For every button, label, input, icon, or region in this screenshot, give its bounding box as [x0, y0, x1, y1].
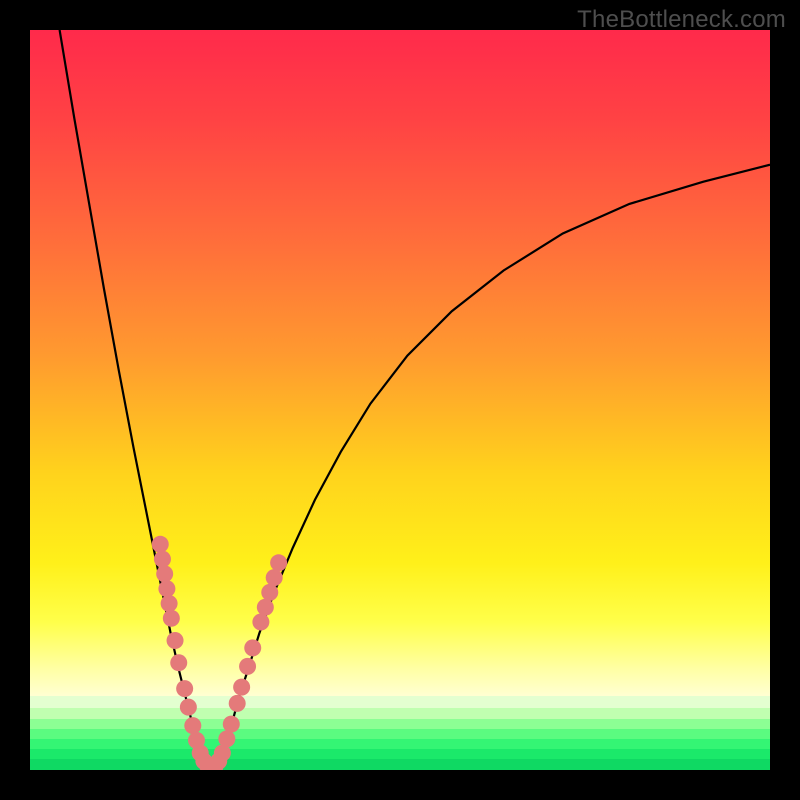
- curve-left-branch: [60, 30, 204, 763]
- data-marker: [270, 554, 287, 571]
- plot-area: [30, 30, 770, 770]
- chart-frame: TheBottleneck.com: [0, 0, 800, 800]
- data-marker: [218, 730, 235, 747]
- data-marker: [239, 658, 256, 675]
- data-marker: [244, 639, 261, 656]
- data-marker: [154, 551, 171, 568]
- data-marker: [158, 580, 175, 597]
- data-marker: [167, 632, 184, 649]
- data-marker: [252, 614, 269, 631]
- data-marker: [223, 716, 240, 733]
- curve-right-branch: [219, 165, 770, 763]
- data-marker: [261, 584, 278, 601]
- data-marker: [156, 565, 173, 582]
- data-marker: [176, 680, 193, 697]
- data-marker: [233, 679, 250, 696]
- data-marker: [229, 695, 246, 712]
- curve-svg: [30, 30, 770, 770]
- data-marker: [170, 654, 187, 671]
- data-marker: [152, 536, 169, 553]
- markers-group: [152, 536, 287, 770]
- watermark-text: TheBottleneck.com: [577, 6, 786, 34]
- data-marker: [257, 599, 274, 616]
- data-marker: [184, 717, 201, 734]
- data-marker: [163, 610, 180, 627]
- data-marker: [266, 569, 283, 586]
- data-marker: [180, 699, 197, 716]
- data-marker: [161, 595, 178, 612]
